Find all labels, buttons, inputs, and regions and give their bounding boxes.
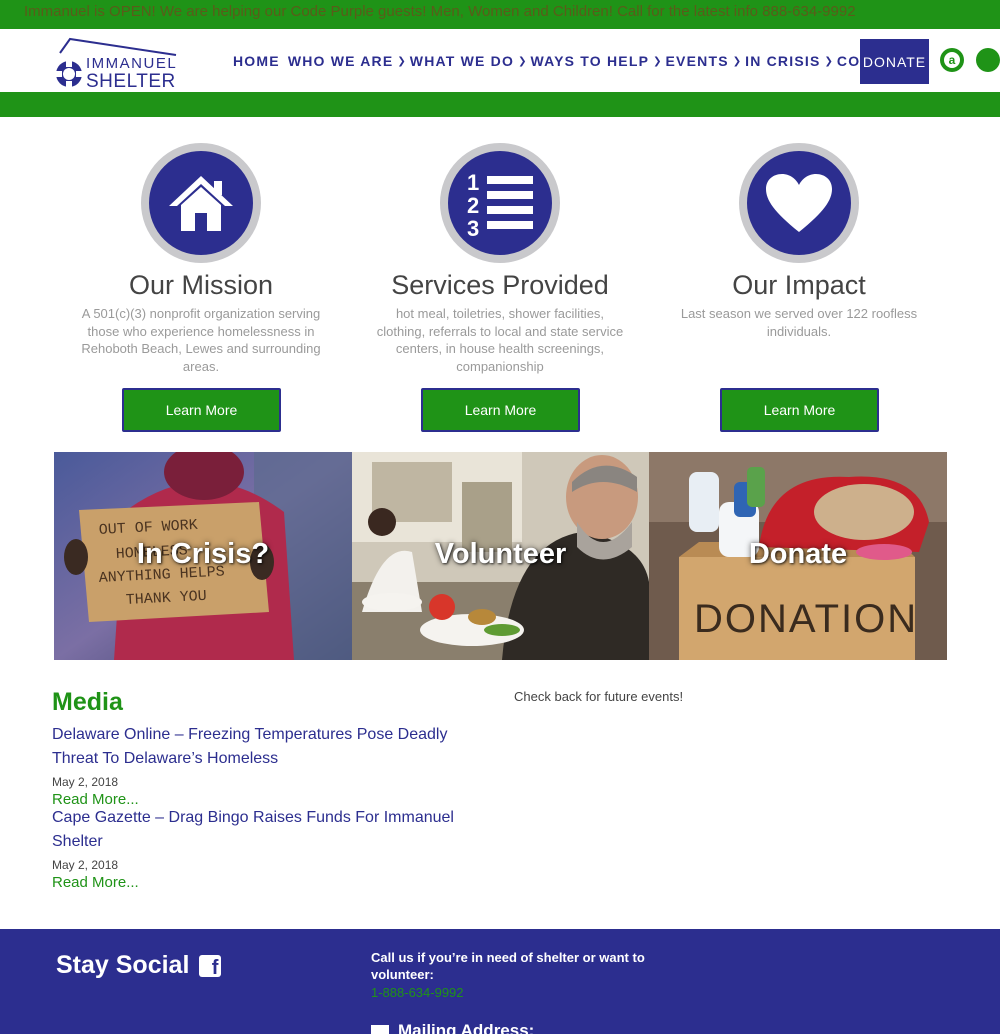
nav-home[interactable]: HOME (233, 53, 280, 69)
tile-label: Volunteer (434, 538, 567, 570)
chevron-right-icon: ❯ (397, 55, 406, 67)
events-note: Check back for future events! (514, 689, 684, 704)
learn-more-mission-button[interactable]: Learn More (122, 388, 281, 432)
nav-in-crisis[interactable]: IN CRISIS (745, 53, 820, 69)
social-circle-icon[interactable] (976, 48, 1000, 72)
stay-social-heading: Stay Social f (56, 951, 222, 980)
chevron-right-icon: ❯ (518, 55, 527, 67)
logo-text-immanuel: IMMANUEL (86, 55, 178, 72)
numbered-list-icon: 1 2 3 (440, 143, 560, 263)
nav-events[interactable]: EVENTS (666, 53, 729, 69)
feature-text: Last season we served over 122 roofless … (680, 306, 918, 339)
donate-button[interactable]: DONATE (860, 39, 929, 84)
media-article: Cape Gazette – Drag Bingo Raises Funds F… (52, 806, 472, 893)
feature-text: hot meal, toiletries, shower facilities,… (376, 306, 624, 374)
read-more-link[interactable]: Read More... (52, 873, 472, 893)
facebook-icon[interactable]: f (199, 954, 222, 979)
site-header: IMMANUEL SHELTER HOME WHO WE ARE ❯ WHAT … (0, 29, 1000, 92)
call-us-text: Call us if you’re in need of shelter or … (371, 950, 645, 982)
site-logo[interactable]: IMMANUEL SHELTER (52, 33, 182, 92)
feature-services: 1 2 3 Services Provided hot meal, toilet… (365, 143, 635, 375)
green-divider-band (0, 92, 1000, 117)
article-date: May 2, 2018 (52, 775, 119, 789)
feature-impact: Our Impact Last season we served over 12… (664, 143, 934, 340)
in-crisis-tile[interactable]: OUT OF WORK HOMELESS ANYTHING HELPS THAN… (54, 452, 352, 660)
amazon-smile-icon[interactable]: a (940, 48, 964, 72)
feature-title: Our Impact (732, 270, 866, 300)
mailing-address-heading: Mailing Address: (371, 1021, 534, 1034)
volunteer-tile[interactable]: Volunteer (352, 452, 649, 660)
feature-title: Our Mission (128, 270, 274, 300)
nav-ways-to-help[interactable]: WAYS TO HELP (530, 53, 649, 69)
heart-icon (739, 143, 859, 263)
feature-title: Services Provided (391, 270, 609, 300)
learn-more-services-button[interactable]: Learn More (421, 388, 580, 432)
logo-text-shelter: SHELTER (86, 71, 176, 92)
action-tiles: OUT OF WORK HOMELESS ANYTHING HELPS THAN… (54, 452, 947, 660)
media-heading: Media (52, 688, 123, 716)
tile-label: In Crisis? (136, 538, 270, 570)
nav-who-we-are[interactable]: WHO WE ARE (288, 53, 394, 69)
svg-text:DONATION: DONATION (694, 597, 918, 641)
life-ring-icon (56, 61, 82, 87)
svg-text:2: 2 (467, 193, 479, 218)
article-title-link[interactable]: Delaware Online – Freezing Temperatures … (52, 723, 472, 771)
tile-label: Donate (748, 538, 848, 570)
nav-what-we-do[interactable]: WHAT WE DO (410, 53, 514, 69)
envelope-icon (371, 1024, 389, 1034)
media-article: Delaware Online – Freezing Temperatures … (52, 723, 472, 810)
mailing-address-label: Mailing Address: (398, 1021, 535, 1034)
phone-link[interactable]: 1-888-634-9992 (371, 985, 464, 1000)
stay-social-label: Stay Social (56, 951, 190, 979)
article-title-link[interactable]: Cape Gazette – Drag Bingo Raises Funds F… (52, 806, 472, 854)
house-icon (141, 143, 261, 263)
main-nav: HOME WHO WE ARE ❯ WHAT WE DO ❯ WAYS TO H… (233, 51, 913, 71)
article-date: May 2, 2018 (52, 858, 119, 872)
chevron-right-icon: ❯ (824, 55, 833, 67)
chevron-right-icon: ❯ (653, 55, 662, 67)
announcement-bar: Immanuel is OPEN! We are helping our Cod… (0, 0, 1000, 29)
feature-text: A 501(c)(3) nonprofit organization servi… (81, 306, 321, 374)
learn-more-impact-button[interactable]: Learn More (720, 388, 879, 432)
announcement-text: Immanuel is OPEN! We are helping our Cod… (24, 3, 856, 20)
donate-tile[interactable]: DONATION Donate (649, 452, 947, 660)
chevron-right-icon: ❯ (732, 55, 742, 67)
feature-mission: Our Mission A 501(c)(3) nonprofit organi… (66, 143, 336, 375)
svg-text:1: 1 (467, 170, 479, 195)
site-footer: Stay Social f Call us if you’re in need … (0, 929, 1000, 1034)
svg-text:3: 3 (467, 216, 479, 238)
